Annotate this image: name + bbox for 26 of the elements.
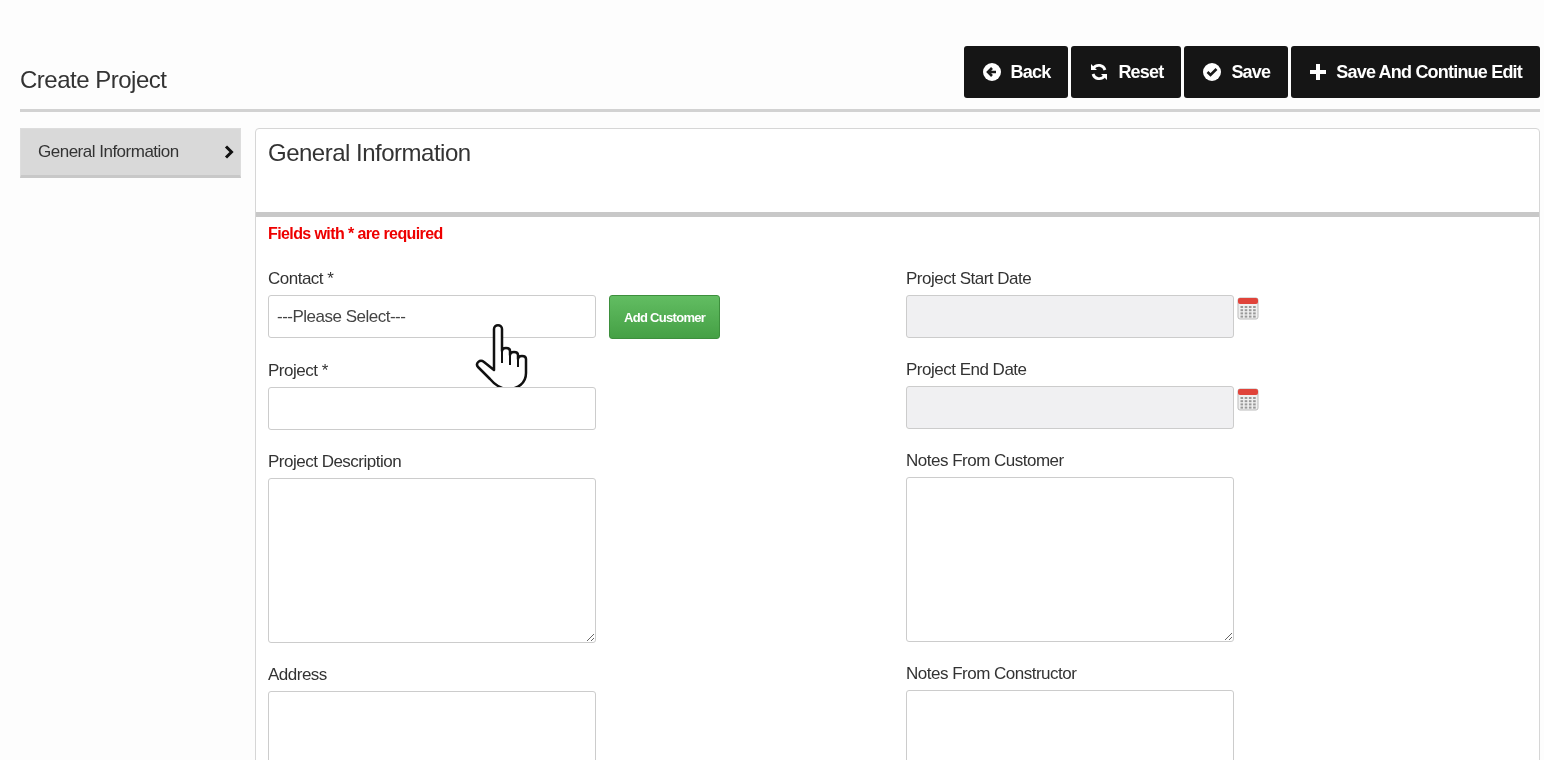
action-button[interactable]: Back	[963, 46, 1069, 98]
page-title: Create Project	[20, 66, 167, 94]
select-field[interactable]: ---Please Select---	[268, 295, 596, 338]
field-label: Address	[268, 665, 328, 685]
check-circle-icon	[1202, 62, 1223, 82]
action-button[interactable]: Reset	[1071, 46, 1182, 98]
text-field[interactable]	[268, 387, 596, 430]
required-note: Fields with * are required	[268, 225, 444, 243]
field-label: Project Description	[268, 452, 403, 472]
field-label: Project End Date	[906, 360, 1028, 380]
field-label: Notes From Constructor	[906, 664, 1078, 684]
field-label: Contact *	[268, 269, 335, 289]
field-label: Project Start Date	[906, 269, 1033, 289]
chevron-right-icon	[224, 145, 234, 159]
calendar-icon[interactable]	[1237, 386, 1259, 412]
plus-icon	[1309, 63, 1328, 81]
refresh-icon	[1089, 62, 1110, 82]
action-button[interactable]: Save	[1184, 46, 1289, 98]
action-button[interactable]: Save And Continue Edit	[1291, 46, 1540, 98]
panel-title: General Information	[268, 139, 472, 167]
calendar-icon[interactable]	[1237, 295, 1259, 321]
sidebar-item[interactable]: General Information	[20, 128, 241, 178]
text-area[interactable]	[906, 477, 1234, 642]
field-label: Project *	[268, 361, 329, 381]
text-area[interactable]	[268, 478, 596, 643]
field-label: Notes From Customer	[906, 451, 1065, 471]
